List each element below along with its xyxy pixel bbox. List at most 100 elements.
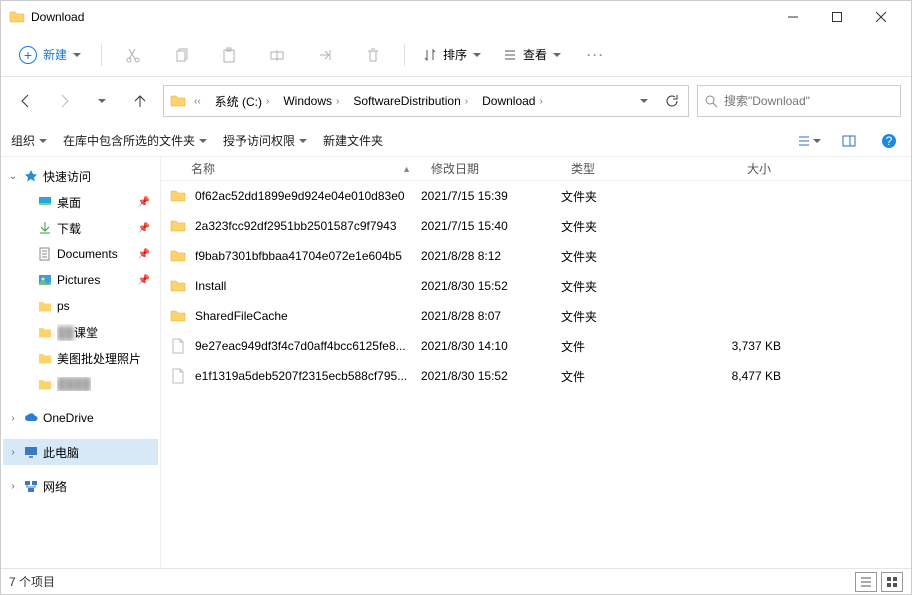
search-box[interactable] — [697, 85, 901, 117]
up-button[interactable] — [125, 86, 155, 116]
delete-button[interactable] — [352, 39, 394, 71]
view-button[interactable]: 查看 — [495, 42, 569, 67]
file-type: 文件夹 — [561, 188, 671, 205]
view-options-button[interactable] — [797, 129, 821, 153]
details-view-button[interactable] — [855, 572, 877, 592]
copy-button[interactable] — [160, 39, 202, 71]
file-row[interactable]: 9e27eac949df3f4c7d0aff4bcc6125fe8...2021… — [161, 331, 911, 361]
sidebar-item-desktop[interactable]: 桌面📌 — [3, 189, 158, 215]
folder-icon — [169, 187, 187, 205]
maximize-button[interactable] — [815, 2, 859, 32]
separator — [101, 44, 102, 66]
folder-icon — [169, 217, 187, 235]
chevron-down-icon — [73, 48, 81, 62]
forward-button[interactable] — [49, 86, 79, 116]
file-date: 2021/8/28 8:12 — [421, 249, 561, 263]
folder-icon — [37, 376, 53, 392]
pc-icon — [23, 444, 39, 460]
chevron-down-icon — [98, 94, 106, 108]
sort-label: 排序 — [443, 46, 467, 63]
chevron-down-icon — [553, 48, 561, 62]
recent-button[interactable] — [87, 86, 117, 116]
new-label: 新建 — [43, 46, 67, 63]
sidebar-item-pictures[interactable]: Pictures📌 — [3, 267, 158, 293]
column-date[interactable]: 修改日期 — [421, 160, 561, 177]
file-rows: 0f62ac52dd1899e9d924e04e010d83e0 2021/7/1… — [161, 181, 911, 568]
file-date: 2021/8/30 15:52 — [421, 279, 561, 293]
column-name[interactable]: 名称▲ — [161, 160, 421, 177]
rename-button[interactable] — [256, 39, 298, 71]
new-button[interactable]: + 新建 — [9, 42, 91, 68]
expand-icon: › — [7, 413, 19, 424]
pictures-icon — [37, 272, 53, 288]
sidebar-item-folder[interactable]: 美图批处理照片 — [3, 345, 158, 371]
organize-button[interactable]: 组织 — [11, 132, 47, 149]
address-bar[interactable]: ‹‹ 系统 (C:)› Windows› SoftwareDistributio… — [163, 85, 689, 117]
folder-icon — [9, 9, 25, 25]
file-row[interactable]: 0f62ac52dd1899e9d924e04e010d83e0 2021/7/1… — [161, 181, 911, 211]
download-icon — [37, 220, 53, 236]
refresh-button[interactable] — [658, 94, 686, 108]
view-icon — [503, 48, 517, 62]
grant-access-button[interactable]: 授予访问权限 — [223, 132, 307, 149]
folder-icon — [169, 307, 187, 325]
file-date: 2021/7/15 15:39 — [421, 189, 561, 203]
file-date: 2021/8/28 8:07 — [421, 309, 561, 323]
file-date: 2021/8/30 14:10 — [421, 339, 561, 353]
breadcrumb-item[interactable]: SoftwareDistribution› — [347, 91, 474, 111]
sidebar-item-folder[interactable]: ██课堂 — [3, 319, 158, 345]
file-name: Install — [195, 279, 415, 293]
chevron-down-icon — [299, 134, 307, 148]
file-row[interactable]: f9bab7301bfbbaa41704e072e1e604b52021/8/2… — [161, 241, 911, 271]
close-button[interactable] — [859, 2, 903, 32]
breadcrumb-chevron[interactable]: ‹‹ — [192, 93, 207, 110]
sidebar-item-quick-access[interactable]: ⌄ 快速访问 — [3, 163, 158, 189]
sidebar-item-folder[interactable]: ████ — [3, 371, 158, 397]
minimize-button[interactable] — [771, 2, 815, 32]
more-button[interactable]: ··· — [575, 39, 617, 71]
folder-icon — [37, 324, 53, 340]
sidebar-item-downloads[interactable]: 下载📌 — [3, 215, 158, 241]
sidebar: ⌄ 快速访问 桌面📌 下载📌 Documents📌 Pictures📌 ps █… — [1, 157, 161, 568]
share-button[interactable] — [304, 39, 346, 71]
breadcrumb-item[interactable]: 系统 (C:)› — [209, 90, 276, 113]
titlebar: Download — [1, 1, 911, 33]
column-size[interactable]: 大小 — [671, 160, 781, 177]
file-name: 0f62ac52dd1899e9d924e04e010d83e0 — [195, 189, 415, 203]
preview-pane-button[interactable] — [837, 129, 861, 153]
help-button[interactable]: ? — [877, 129, 901, 153]
breadcrumb-item[interactable]: Download› — [476, 91, 549, 111]
file-row[interactable]: SharedFileCache 2021/8/28 8:07文件夹 — [161, 301, 911, 331]
file-list: 名称▲ 修改日期 类型 大小 0f62ac52dd1899e9d924e04e0… — [161, 157, 911, 568]
sidebar-item-ps[interactable]: ps — [3, 293, 158, 319]
sidebar-item-network[interactable]: ›网络 — [3, 473, 158, 499]
network-icon — [23, 478, 39, 494]
column-headers: 名称▲ 修改日期 类型 大小 — [161, 157, 911, 181]
document-icon — [37, 246, 53, 262]
sort-asc-icon: ▲ — [402, 164, 411, 174]
search-input[interactable] — [724, 94, 894, 108]
sidebar-item-onedrive[interactable]: ›OneDrive — [3, 405, 158, 431]
file-type: 文件夹 — [561, 308, 671, 325]
address-history-button[interactable] — [632, 94, 656, 108]
file-row[interactable]: 2a323fcc92df2951bb2501587c9f79432021/7/1… — [161, 211, 911, 241]
folder-icon — [169, 247, 187, 265]
file-row[interactable]: e1f1319a5deb5207f2315ecb588cf795...2021/… — [161, 361, 911, 391]
include-in-library-button[interactable]: 在库中包含所选的文件夹 — [63, 132, 207, 149]
file-name: 2a323fcc92df2951bb2501587c9f7943 — [195, 219, 415, 233]
file-name: SharedFileCache — [195, 309, 415, 323]
back-button[interactable] — [11, 86, 41, 116]
column-type[interactable]: 类型 — [561, 160, 671, 177]
sidebar-item-documents[interactable]: Documents📌 — [3, 241, 158, 267]
sort-button[interactable]: 排序 — [415, 42, 489, 67]
cut-button[interactable] — [112, 39, 154, 71]
chevron-down-icon — [813, 134, 821, 148]
separator — [404, 44, 405, 66]
paste-button[interactable] — [208, 39, 250, 71]
sidebar-item-this-pc[interactable]: ›此电脑 — [3, 439, 158, 465]
new-folder-button[interactable]: 新建文件夹 — [323, 132, 383, 149]
file-row[interactable]: Install2021/8/30 15:52文件夹 — [161, 271, 911, 301]
icons-view-button[interactable] — [881, 572, 903, 592]
breadcrumb-item[interactable]: Windows› — [277, 91, 345, 111]
star-icon — [23, 168, 39, 184]
